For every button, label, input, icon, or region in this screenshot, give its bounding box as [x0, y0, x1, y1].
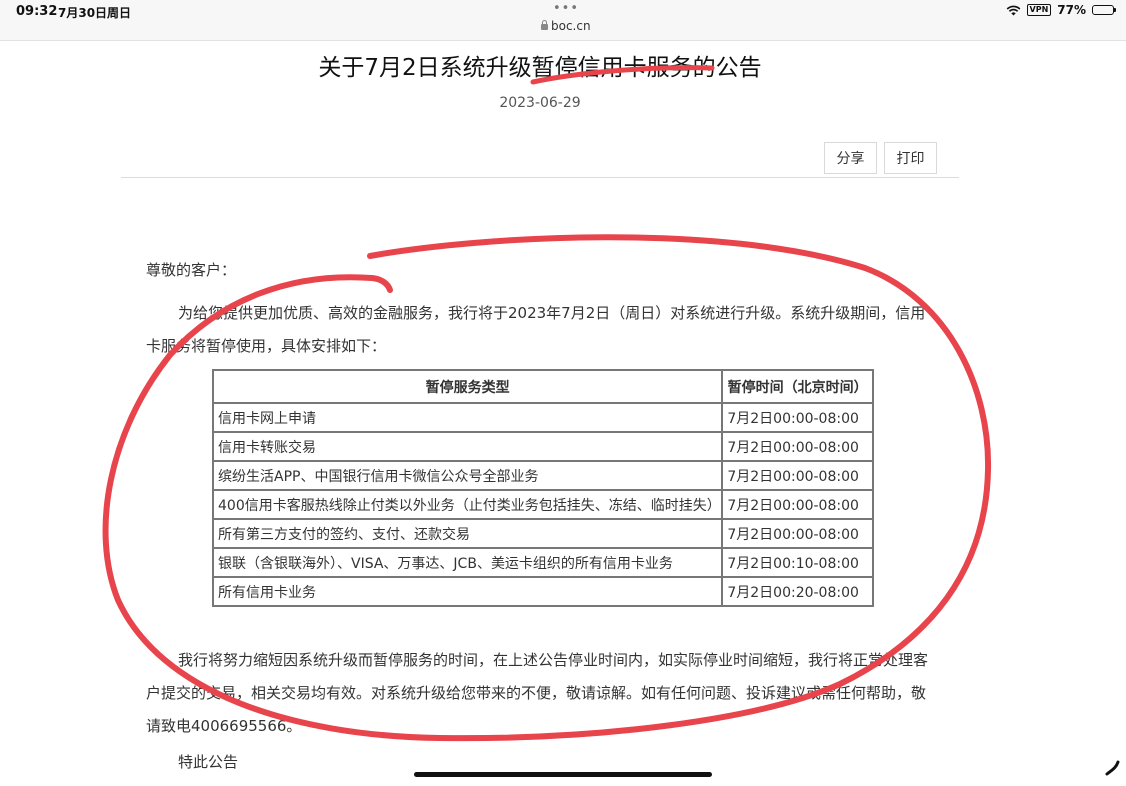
table-cell-type: 400信用卡客服热线除止付类以外业务（止付类业务包括挂失、冻结、临时挂失） — [211, 489, 724, 520]
status-date: 7月30日周日 — [58, 6, 132, 20]
table-row: 信用卡网上申请 7月2日00:00-08:00 — [211, 402, 874, 433]
table-cell-time: 7月2日00:20-08:00 — [721, 576, 874, 607]
table-header-time: 暂停时间（北京时间） — [721, 369, 874, 404]
table-cell-time: 7月2日00:00-08:00 — [721, 518, 874, 549]
table-cell-time: 7月2日00:10-08:00 — [721, 547, 874, 578]
print-button[interactable]: 打印 — [884, 142, 937, 174]
greeting: 尊敬的客户： — [146, 261, 237, 279]
table-cell-type: 所有第三方支付的签约、支付、还款交易 — [211, 518, 724, 549]
vpn-badge: VPN — [1026, 4, 1052, 16]
article-date: 2023-06-29 — [499, 95, 581, 111]
table-cell-type: 信用卡网上申请 — [211, 402, 724, 433]
battery-icon — [1092, 5, 1116, 15]
table-cell-type: 缤纷生活APP、中国银行信用卡微信公众号全部业务 — [211, 460, 724, 491]
table-cell-type: 信用卡转账交易 — [211, 431, 724, 462]
table-row: 所有信用卡业务 7月2日00:20-08:00 — [211, 576, 874, 607]
table-cell-time: 7月2日00:00-08:00 — [721, 460, 874, 491]
share-button[interactable]: 分享 — [824, 142, 877, 174]
table-cell-type: 所有信用卡业务 — [211, 576, 724, 607]
table-header-row: 暂停服务类型 暂停时间（北京时间） — [211, 369, 874, 404]
home-indicator[interactable] — [414, 772, 712, 777]
page: 09:32 7月30日周日 ••• boc.cn VPN 77% 关于7月2日系… — [0, 0, 1126, 786]
pen-mark-stroke — [1105, 760, 1120, 776]
status-indicators: VPN 77% — [1006, 3, 1116, 17]
article-title: 关于7月2日系统升级暂停信用卡服务的公告 — [318, 55, 762, 81]
status-time: 09:32 — [16, 4, 58, 19]
wifi-icon — [1006, 5, 1020, 15]
status-bar: 09:32 7月30日周日 ••• boc.cn VPN 77% — [0, 0, 1126, 41]
table-cell-time: 7月2日00:00-08:00 — [721, 402, 874, 433]
lock-icon — [541, 20, 548, 30]
battery-percent: 77% — [1057, 3, 1086, 17]
table-row: 银联（含银联海外）、VISA、万事达、JCB、美运卡组织的所有信用卡业务 7月2… — [211, 547, 874, 578]
address-bar[interactable]: boc.cn — [541, 19, 591, 33]
table-cell-type: 银联（含银联海外）、VISA、万事达、JCB、美运卡组织的所有信用卡业务 — [211, 547, 724, 578]
header-divider — [121, 177, 959, 178]
table-row: 缤纷生活APP、中国银行信用卡微信公众号全部业务 7月2日00:00-08:00 — [211, 460, 874, 491]
closing-paragraph: 我行将努力缩短因系统升级而暂停服务的时间，在上述公告停业时间内，如实际停业时间缩… — [146, 651, 929, 735]
table-row: 信用卡转账交易 7月2日00:00-08:00 — [211, 431, 874, 462]
service-table: 暂停服务类型 暂停时间（北京时间） 信用卡网上申请 7月2日00:00-08:0… — [211, 369, 874, 607]
intro-paragraph: 为给您提供更加优质、高效的金融服务，我行将于2023年7月2日（周日）对系统进行… — [146, 304, 926, 355]
url-text: boc.cn — [551, 19, 591, 33]
table-cell-time: 7月2日00:00-08:00 — [721, 431, 874, 462]
table-cell-time: 7月2日00:00-08:00 — [721, 489, 874, 520]
more-dots-icon[interactable]: ••• — [553, 1, 579, 16]
table-row: 400信用卡客服热线除止付类以外业务（止付类业务包括挂失、冻结、临时挂失） 7月… — [211, 489, 874, 520]
table-header-type: 暂停服务类型 — [211, 369, 724, 404]
table-row: 所有第三方支付的签约、支付、还款交易 7月2日00:00-08:00 — [211, 518, 874, 549]
